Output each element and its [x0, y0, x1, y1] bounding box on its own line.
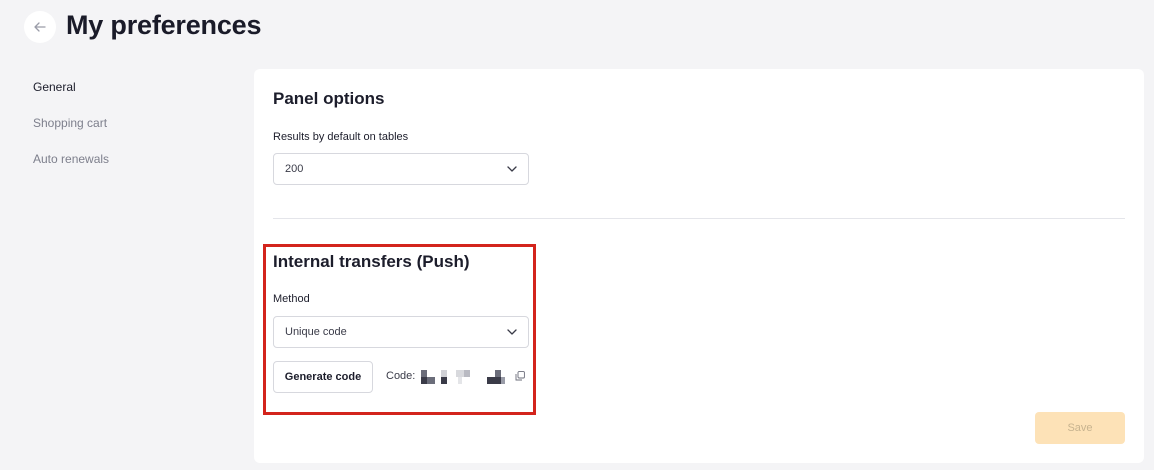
generate-code-button[interactable]: Generate code [273, 361, 373, 393]
save-button[interactable]: Save [1035, 412, 1125, 444]
chevron-down-icon [507, 329, 517, 335]
sidebar-item-auto-renewals[interactable]: Auto renewals [33, 152, 109, 188]
preferences-card: Panel options Results by default on tabl… [254, 69, 1144, 463]
results-default-select[interactable]: 200 [273, 153, 529, 185]
method-label: Method [273, 293, 310, 305]
sidebar-item-shopping-cart[interactable]: Shopping cart [33, 116, 109, 152]
internal-transfers-title: Internal transfers (Push) [273, 252, 470, 271]
copy-icon[interactable] [515, 371, 525, 381]
section-divider [273, 218, 1125, 219]
results-default-label: Results by default on tables [273, 131, 409, 143]
page-title: My preferences [66, 10, 262, 40]
results-default-value: 200 [285, 163, 304, 175]
method-value: Unique code [285, 326, 347, 338]
arrow-left-icon [34, 22, 46, 32]
chevron-down-icon [507, 166, 517, 172]
redacted-code [421, 370, 505, 384]
back-button[interactable] [24, 11, 56, 43]
sidebar-item-general[interactable]: General [33, 80, 109, 116]
sidebar: General Shopping cart Auto renewals [33, 80, 109, 188]
method-select[interactable]: Unique code [273, 316, 529, 348]
code-label: Code: [386, 370, 416, 382]
panel-options-title: Panel options [273, 89, 385, 108]
